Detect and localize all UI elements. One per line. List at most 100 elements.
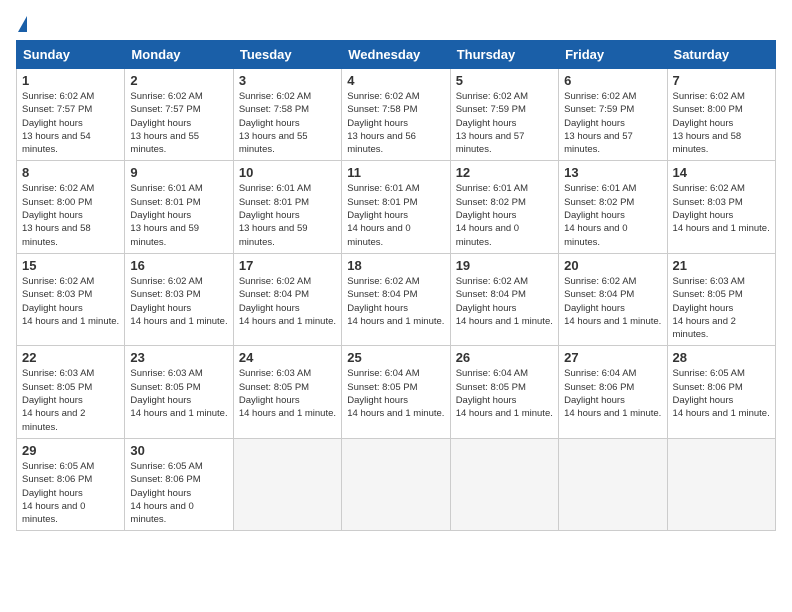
day-number: 23 xyxy=(130,350,227,365)
day-info: Sunrise: 6:01 AM Sunset: 8:01 PM Dayligh… xyxy=(239,182,336,248)
day-number: 29 xyxy=(22,443,119,458)
calendar-day-cell: 10 Sunrise: 6:01 AM Sunset: 8:01 PM Dayl… xyxy=(233,161,341,253)
calendar-day-cell xyxy=(450,438,558,530)
calendar-day-cell: 24 Sunrise: 6:03 AM Sunset: 8:05 PM Dayl… xyxy=(233,346,341,438)
day-info: Sunrise: 6:02 AM Sunset: 7:58 PM Dayligh… xyxy=(347,90,444,156)
day-of-week-header: Tuesday xyxy=(233,41,341,69)
calendar-day-cell: 16 Sunrise: 6:02 AM Sunset: 8:03 PM Dayl… xyxy=(125,253,233,345)
day-number: 1 xyxy=(22,73,119,88)
day-number: 26 xyxy=(456,350,553,365)
day-of-week-header: Monday xyxy=(125,41,233,69)
calendar-day-cell: 22 Sunrise: 6:03 AM Sunset: 8:05 PM Dayl… xyxy=(17,346,125,438)
calendar-day-cell: 26 Sunrise: 6:04 AM Sunset: 8:05 PM Dayl… xyxy=(450,346,558,438)
logo xyxy=(16,16,27,32)
calendar-day-cell: 13 Sunrise: 6:01 AM Sunset: 8:02 PM Dayl… xyxy=(559,161,667,253)
day-number: 17 xyxy=(239,258,336,273)
calendar-day-cell xyxy=(342,438,450,530)
day-number: 30 xyxy=(130,443,227,458)
day-number: 3 xyxy=(239,73,336,88)
day-of-week-header: Thursday xyxy=(450,41,558,69)
day-info: Sunrise: 6:04 AM Sunset: 8:05 PM Dayligh… xyxy=(347,367,444,420)
day-info: Sunrise: 6:02 AM Sunset: 8:04 PM Dayligh… xyxy=(239,275,336,328)
day-info: Sunrise: 6:01 AM Sunset: 8:02 PM Dayligh… xyxy=(456,182,553,248)
calendar-day-cell: 30 Sunrise: 6:05 AM Sunset: 8:06 PM Dayl… xyxy=(125,438,233,530)
day-of-week-header: Friday xyxy=(559,41,667,69)
day-info: Sunrise: 6:02 AM Sunset: 8:03 PM Dayligh… xyxy=(22,275,119,328)
day-number: 27 xyxy=(564,350,661,365)
day-number: 8 xyxy=(22,165,119,180)
calendar-day-cell: 25 Sunrise: 6:04 AM Sunset: 8:05 PM Dayl… xyxy=(342,346,450,438)
day-info: Sunrise: 6:02 AM Sunset: 7:58 PM Dayligh… xyxy=(239,90,336,156)
day-info: Sunrise: 6:01 AM Sunset: 8:01 PM Dayligh… xyxy=(347,182,444,248)
day-number: 19 xyxy=(456,258,553,273)
day-number: 6 xyxy=(564,73,661,88)
logo-triangle-icon xyxy=(18,16,27,32)
day-info: Sunrise: 6:01 AM Sunset: 8:02 PM Dayligh… xyxy=(564,182,661,248)
calendar-day-cell: 8 Sunrise: 6:02 AM Sunset: 8:00 PM Dayli… xyxy=(17,161,125,253)
day-number: 13 xyxy=(564,165,661,180)
day-info: Sunrise: 6:05 AM Sunset: 8:06 PM Dayligh… xyxy=(22,460,119,526)
day-info: Sunrise: 6:05 AM Sunset: 8:06 PM Dayligh… xyxy=(673,367,770,420)
day-number: 10 xyxy=(239,165,336,180)
day-info: Sunrise: 6:04 AM Sunset: 8:06 PM Dayligh… xyxy=(564,367,661,420)
day-info: Sunrise: 6:02 AM Sunset: 7:57 PM Dayligh… xyxy=(130,90,227,156)
page-header xyxy=(16,16,776,32)
day-info: Sunrise: 6:03 AM Sunset: 8:05 PM Dayligh… xyxy=(22,367,119,433)
day-number: 5 xyxy=(456,73,553,88)
day-info: Sunrise: 6:01 AM Sunset: 8:01 PM Dayligh… xyxy=(130,182,227,248)
day-info: Sunrise: 6:02 AM Sunset: 8:03 PM Dayligh… xyxy=(673,182,770,235)
calendar-day-cell: 11 Sunrise: 6:01 AM Sunset: 8:01 PM Dayl… xyxy=(342,161,450,253)
calendar-day-cell: 29 Sunrise: 6:05 AM Sunset: 8:06 PM Dayl… xyxy=(17,438,125,530)
day-number: 14 xyxy=(673,165,770,180)
day-number: 21 xyxy=(673,258,770,273)
calendar-day-cell: 2 Sunrise: 6:02 AM Sunset: 7:57 PM Dayli… xyxy=(125,69,233,161)
day-number: 20 xyxy=(564,258,661,273)
day-number: 24 xyxy=(239,350,336,365)
calendar-day-cell: 7 Sunrise: 6:02 AM Sunset: 8:00 PM Dayli… xyxy=(667,69,775,161)
calendar-day-cell: 1 Sunrise: 6:02 AM Sunset: 7:57 PM Dayli… xyxy=(17,69,125,161)
day-info: Sunrise: 6:04 AM Sunset: 8:05 PM Dayligh… xyxy=(456,367,553,420)
calendar-day-cell: 4 Sunrise: 6:02 AM Sunset: 7:58 PM Dayli… xyxy=(342,69,450,161)
day-number: 22 xyxy=(22,350,119,365)
calendar-day-cell: 3 Sunrise: 6:02 AM Sunset: 7:58 PM Dayli… xyxy=(233,69,341,161)
day-number: 2 xyxy=(130,73,227,88)
calendar-day-cell: 17 Sunrise: 6:02 AM Sunset: 8:04 PM Dayl… xyxy=(233,253,341,345)
day-number: 28 xyxy=(673,350,770,365)
calendar-day-cell: 14 Sunrise: 6:02 AM Sunset: 8:03 PM Dayl… xyxy=(667,161,775,253)
day-info: Sunrise: 6:02 AM Sunset: 8:04 PM Dayligh… xyxy=(564,275,661,328)
day-info: Sunrise: 6:02 AM Sunset: 7:57 PM Dayligh… xyxy=(22,90,119,156)
calendar-day-cell: 5 Sunrise: 6:02 AM Sunset: 7:59 PM Dayli… xyxy=(450,69,558,161)
day-info: Sunrise: 6:02 AM Sunset: 7:59 PM Dayligh… xyxy=(564,90,661,156)
day-of-week-header: Saturday xyxy=(667,41,775,69)
calendar-day-cell xyxy=(233,438,341,530)
day-info: Sunrise: 6:02 AM Sunset: 8:00 PM Dayligh… xyxy=(22,182,119,248)
day-info: Sunrise: 6:05 AM Sunset: 8:06 PM Dayligh… xyxy=(130,460,227,526)
day-number: 25 xyxy=(347,350,444,365)
day-number: 15 xyxy=(22,258,119,273)
day-number: 11 xyxy=(347,165,444,180)
day-of-week-header: Wednesday xyxy=(342,41,450,69)
calendar-day-cell: 23 Sunrise: 6:03 AM Sunset: 8:05 PM Dayl… xyxy=(125,346,233,438)
day-number: 9 xyxy=(130,165,227,180)
day-info: Sunrise: 6:03 AM Sunset: 8:05 PM Dayligh… xyxy=(673,275,770,341)
day-number: 4 xyxy=(347,73,444,88)
day-info: Sunrise: 6:03 AM Sunset: 8:05 PM Dayligh… xyxy=(239,367,336,420)
day-number: 12 xyxy=(456,165,553,180)
calendar-day-cell: 12 Sunrise: 6:01 AM Sunset: 8:02 PM Dayl… xyxy=(450,161,558,253)
calendar-day-cell: 18 Sunrise: 6:02 AM Sunset: 8:04 PM Dayl… xyxy=(342,253,450,345)
day-number: 7 xyxy=(673,73,770,88)
day-number: 16 xyxy=(130,258,227,273)
calendar-day-cell: 20 Sunrise: 6:02 AM Sunset: 8:04 PM Dayl… xyxy=(559,253,667,345)
day-info: Sunrise: 6:02 AM Sunset: 8:04 PM Dayligh… xyxy=(456,275,553,328)
day-info: Sunrise: 6:02 AM Sunset: 8:03 PM Dayligh… xyxy=(130,275,227,328)
calendar-day-cell: 15 Sunrise: 6:02 AM Sunset: 8:03 PM Dayl… xyxy=(17,253,125,345)
calendar-day-cell: 19 Sunrise: 6:02 AM Sunset: 8:04 PM Dayl… xyxy=(450,253,558,345)
day-info: Sunrise: 6:03 AM Sunset: 8:05 PM Dayligh… xyxy=(130,367,227,420)
calendar-table: SundayMondayTuesdayWednesdayThursdayFrid… xyxy=(16,40,776,531)
calendar-day-cell: 21 Sunrise: 6:03 AM Sunset: 8:05 PM Dayl… xyxy=(667,253,775,345)
day-info: Sunrise: 6:02 AM Sunset: 7:59 PM Dayligh… xyxy=(456,90,553,156)
calendar-day-cell xyxy=(667,438,775,530)
calendar-day-cell xyxy=(559,438,667,530)
calendar-day-cell: 28 Sunrise: 6:05 AM Sunset: 8:06 PM Dayl… xyxy=(667,346,775,438)
day-info: Sunrise: 6:02 AM Sunset: 8:04 PM Dayligh… xyxy=(347,275,444,328)
